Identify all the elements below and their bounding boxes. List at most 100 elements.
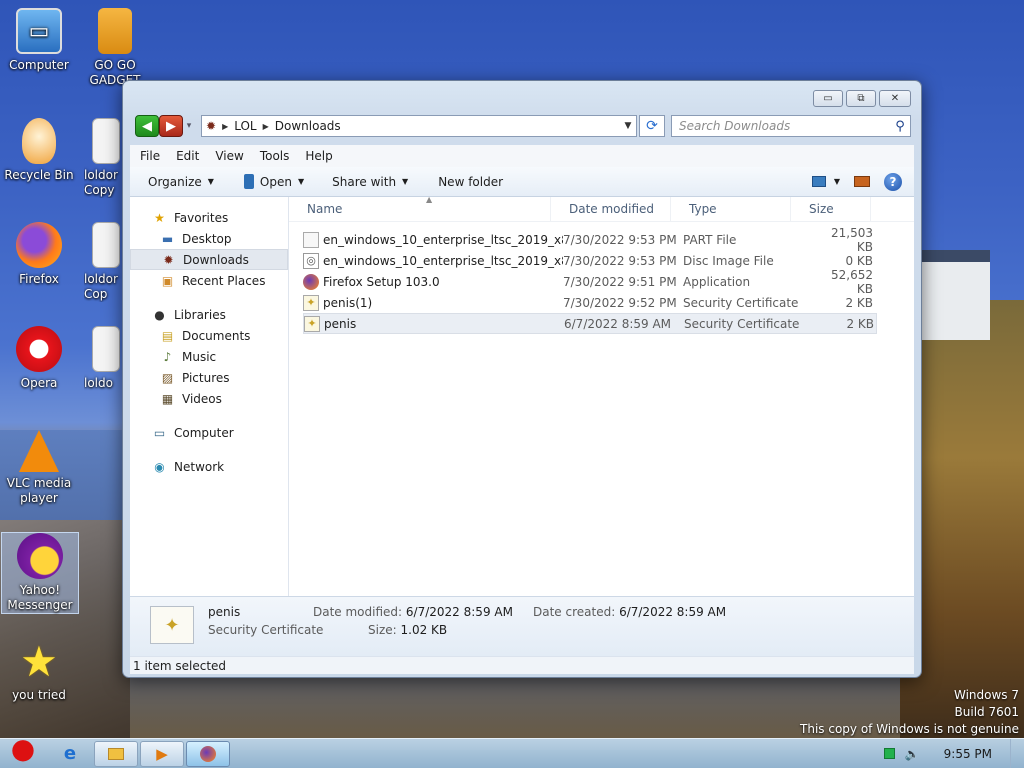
angry-bird-start-icon: ● xyxy=(10,732,36,765)
chevron-right-icon[interactable]: ▶ xyxy=(222,122,228,131)
nav-network[interactable]: ◉ Network xyxy=(130,456,288,477)
desktop-icon-go-go-gadget[interactable]: GO GO GADGET xyxy=(76,8,154,88)
network-status-icon[interactable] xyxy=(883,748,895,759)
desktop-icon-loldo[interactable]: loldo xyxy=(84,326,124,391)
address-bar[interactable]: ✹ ▶ LOL ▶ Downloads ▼ xyxy=(201,115,637,137)
file-date: 7/30/2022 9:53 PM xyxy=(563,232,677,247)
watermark-os: Windows 7 xyxy=(953,688,1019,702)
menu-tools[interactable]: Tools xyxy=(260,149,290,163)
libraries-icon: ● xyxy=(154,307,165,322)
volume-icon[interactable]: 🔈 xyxy=(905,747,920,761)
refresh-button[interactable]: ⟳ xyxy=(639,115,665,137)
taskbar-media-player[interactable]: ▶ xyxy=(140,740,184,767)
location-icon: ✹ xyxy=(206,119,217,133)
nav-favorites[interactable]: ★ Favorites xyxy=(130,207,288,228)
search-input[interactable]: Search Downloads xyxy=(679,119,790,133)
new-folder-button[interactable]: New folder xyxy=(438,175,503,189)
refresh-icon: ⟳ xyxy=(646,118,658,134)
menu-file[interactable]: File xyxy=(140,149,160,163)
organize-button[interactable]: Organize ▼ xyxy=(148,175,214,189)
music-icon: ♪ xyxy=(163,349,172,364)
taskbar-explorer[interactable] xyxy=(94,740,138,767)
file-row[interactable]: ◎ en_windows_10_enterprise_ltsc_2019_x86… xyxy=(303,250,877,271)
chevron-right-icon[interactable]: ▶ xyxy=(263,122,269,131)
nav-recent-places[interactable]: ▣ Recent Places xyxy=(130,270,288,291)
menu-view[interactable]: View xyxy=(215,149,243,163)
nav-pictures[interactable]: ▨ Pictures xyxy=(130,367,288,388)
back-button[interactable]: ◀ xyxy=(135,115,159,137)
breadcrumb-downloads[interactable]: Downloads xyxy=(275,119,341,133)
nav-documents[interactable]: ▤ Documents xyxy=(130,325,288,346)
taskbar-internet-explorer[interactable]: e xyxy=(48,741,92,767)
taskbar-firefox[interactable] xyxy=(186,740,230,767)
nav-label: Libraries xyxy=(174,307,226,322)
recent-places-icon: ▣ xyxy=(161,273,174,288)
start-button[interactable]: ● xyxy=(0,729,46,768)
explorer-window[interactable]: ▭ ⧉ ✕ ◀ ▶ ▾ ✹ ▶ LOL ▶ Downloads ▼ ⟳ Sear… xyxy=(122,80,922,678)
file-row[interactable]: ✦ penis(1) 7/30/2022 9:52 PM Security Ce… xyxy=(303,292,877,313)
breadcrumb-lol[interactable]: LOL xyxy=(234,119,256,133)
file-size: 21,503 KB xyxy=(831,225,873,254)
menu-help[interactable]: Help xyxy=(305,149,332,163)
desktop-icon-firefox[interactable]: Firefox xyxy=(0,222,78,287)
nav-label: Music xyxy=(182,349,217,364)
desktop-icon-you-tried[interactable]: ★ you tried xyxy=(0,638,78,703)
firefox-setup-icon xyxy=(303,273,319,290)
star-icon: ★ xyxy=(20,636,58,686)
desktop-icon-vlc[interactable]: VLC media player xyxy=(0,430,78,506)
file-date: 7/30/2022 9:51 PM xyxy=(563,274,677,289)
column-header-size[interactable]: Size xyxy=(791,196,871,222)
command-bar: Organize ▼ Open ▼ Share with ▼ New folde… xyxy=(130,167,914,197)
nav-desktop[interactable]: ▬ Desktop xyxy=(130,228,288,249)
nav-videos[interactable]: ▦ Videos xyxy=(130,388,288,409)
column-header-type[interactable]: Type xyxy=(671,196,791,222)
media-player-icon: ▶ xyxy=(156,744,168,763)
desktop-icon-computer[interactable]: ▭ Computer xyxy=(0,8,78,73)
forward-button[interactable]: ▶ xyxy=(159,115,183,137)
column-header-date[interactable]: Date modified xyxy=(551,196,671,222)
maximize-button[interactable]: ⧉ xyxy=(846,90,876,107)
nav-label: Pictures xyxy=(182,370,230,385)
column-header-name[interactable]: Name xyxy=(289,196,551,222)
desktop-icon-yahoo-messenger[interactable]: Yahoo! Messenger xyxy=(1,532,79,614)
file-name-cell: Firefox Setup 103.0 xyxy=(303,273,563,290)
help-button[interactable]: ? xyxy=(884,172,902,191)
preview-pane-button[interactable] xyxy=(854,176,870,187)
minimize-button[interactable]: ▭ xyxy=(813,90,843,107)
details-file-name: penis xyxy=(208,605,241,619)
show-desktop-button[interactable] xyxy=(1010,738,1024,768)
file-row-selected[interactable]: ✦ penis 6/7/2022 8:59 AM Security Certif… xyxy=(303,313,877,334)
details-value: 1.02 KB xyxy=(400,623,448,637)
desktop-icon-label: Opera xyxy=(20,376,58,390)
nav-downloads[interactable]: ✹ Downloads xyxy=(130,249,288,270)
share-with-button[interactable]: Share with ▼ xyxy=(332,175,408,189)
file-type: Disc Image File xyxy=(683,253,774,268)
address-dropdown-icon[interactable]: ▼ xyxy=(620,121,636,131)
view-options-button[interactable]: ▼ xyxy=(811,176,840,187)
open-button[interactable]: Open ▼ xyxy=(243,174,304,189)
nav-label: Desktop xyxy=(182,231,232,246)
desktop-icon-loldor-copy[interactable]: loldor Copy xyxy=(84,118,124,198)
opera-icon xyxy=(16,326,62,372)
search-icon[interactable]: ⚲ xyxy=(890,119,910,134)
desktop-icon-opera[interactable]: Opera xyxy=(0,326,78,391)
desktop-icon-recycle-bin[interactable]: Recycle Bin xyxy=(0,118,78,183)
file-row[interactable]: Firefox Setup 103.0 7/30/2022 9:51 PM Ap… xyxy=(303,268,877,296)
nav-libraries[interactable]: ● Libraries xyxy=(130,304,288,325)
recent-pages-dropdown[interactable]: ▾ xyxy=(183,121,195,131)
clock[interactable]: 9:55 PM xyxy=(944,747,992,761)
search-box[interactable]: Search Downloads ⚲ xyxy=(671,115,911,137)
file-row[interactable]: en_windows_10_enterprise_ltsc_2019_x86..… xyxy=(303,226,877,254)
nav-computer[interactable]: ▭ Computer xyxy=(130,422,288,443)
folder-icon xyxy=(108,747,124,760)
details-date-created: Date created: 6/7/2022 8:59 AM xyxy=(533,605,726,619)
close-button[interactable]: ✕ xyxy=(879,90,911,107)
nav-music[interactable]: ♪ Music xyxy=(130,346,288,367)
new-folder-label: New folder xyxy=(438,174,504,189)
desktop-icon: ▬ xyxy=(161,231,174,246)
open-label: Open xyxy=(259,174,292,189)
file-type: Security Certificate xyxy=(684,316,800,331)
videos-icon: ▦ xyxy=(161,391,174,406)
desktop-icon-loldor-cop[interactable]: loldor Cop xyxy=(84,222,124,302)
menu-edit[interactable]: Edit xyxy=(176,149,199,163)
